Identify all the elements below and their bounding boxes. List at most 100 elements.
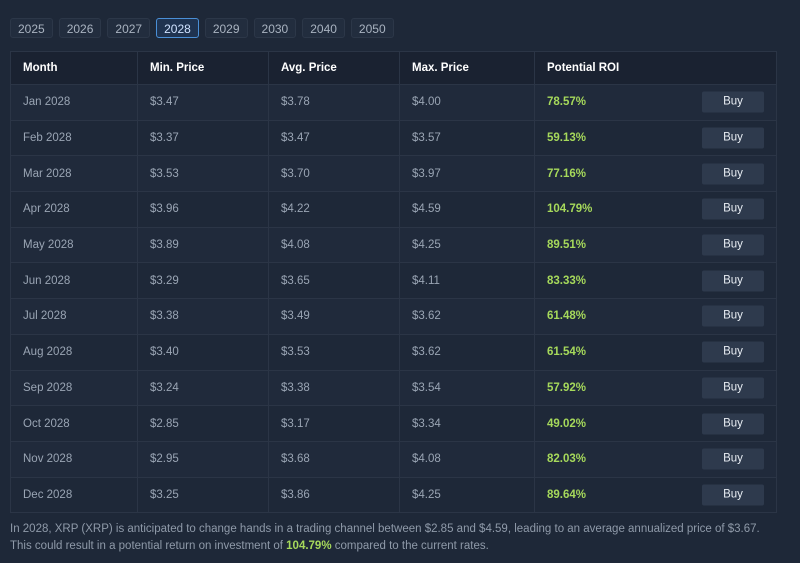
table-row: Nov 2028 $2.95 $3.68 $4.08 82.03% Buy	[10, 440, 777, 478]
table-row: Jul 2028 $3.38 $3.49 $3.62 61.48% Buy	[10, 298, 777, 335]
table-row: May 2028 $3.89 $4.08 $4.25 89.51% Buy	[10, 226, 777, 264]
cell-roi: 89.51% Buy	[534, 226, 777, 264]
roi-value: 49.02%	[547, 417, 587, 430]
cell-min-price: $3.89	[137, 226, 269, 264]
cell-min-price: $3.96	[137, 191, 269, 228]
cell-min-price: $3.25	[137, 476, 269, 514]
header-avg-price: Avg. Price	[268, 51, 400, 85]
roi-value: 83.33%	[547, 274, 587, 287]
buy-button[interactable]: Buy	[702, 305, 764, 327]
summary-text-after: compared to the current rates.	[331, 540, 489, 552]
cell-min-price: $2.85	[137, 405, 269, 442]
buy-button[interactable]: Buy	[702, 448, 764, 470]
cell-min-price: $3.24	[137, 369, 269, 407]
tab-year-2040[interactable]: 2040	[302, 18, 345, 38]
roi-value: 89.51%	[547, 239, 587, 252]
cell-roi: 77.16% Buy	[534, 155, 777, 193]
cell-avg-price: $3.47	[268, 119, 400, 157]
cell-max-price: $3.62	[399, 298, 535, 335]
cell-avg-price: $3.78	[268, 84, 400, 121]
table-header-row: Month Min. Price Avg. Price Max. Price P…	[10, 51, 777, 85]
buy-button[interactable]: Buy	[702, 234, 764, 256]
cell-month: Mar 2028	[10, 155, 138, 193]
cell-min-price: $2.95	[137, 440, 269, 478]
cell-max-price: $4.59	[399, 191, 535, 228]
cell-max-price: $4.25	[399, 476, 535, 514]
header-potential-roi: Potential ROI	[534, 51, 777, 85]
cell-month: Feb 2028	[10, 119, 138, 157]
cell-max-price: $4.08	[399, 440, 535, 478]
tab-year-2027[interactable]: 2027	[107, 18, 151, 38]
cell-min-price: $3.47	[137, 84, 269, 121]
cell-max-price: $3.97	[399, 155, 535, 193]
buy-button[interactable]: Buy	[702, 127, 764, 149]
cell-avg-price: $3.49	[268, 298, 400, 335]
table-row: Dec 2028 $3.25 $3.86 $4.25 89.64% Buy	[10, 476, 777, 514]
cell-avg-price: $4.22	[268, 191, 400, 228]
cell-min-price: $3.53	[137, 155, 269, 193]
buy-button[interactable]: Buy	[702, 484, 764, 506]
roi-value: 61.54%	[547, 346, 587, 359]
cell-roi: 59.13% Buy	[534, 119, 777, 157]
tab-year-2025[interactable]: 2025	[10, 18, 53, 38]
cell-avg-price: $3.17	[268, 405, 400, 442]
cell-month: Apr 2028	[10, 191, 138, 228]
cell-min-price: $3.38	[137, 298, 269, 335]
cell-min-price: $3.29	[137, 262, 269, 300]
cell-month: May 2028	[10, 226, 138, 264]
header-min-price: Min. Price	[137, 51, 269, 85]
buy-button[interactable]: Buy	[702, 91, 764, 113]
table-row: Jan 2028 $3.47 $3.78 $4.00 78.57% Buy	[10, 84, 777, 121]
cell-max-price: $4.25	[399, 226, 535, 264]
buy-button[interactable]: Buy	[702, 377, 764, 399]
buy-button[interactable]: Buy	[702, 163, 764, 185]
cell-roi: 49.02% Buy	[534, 405, 777, 442]
buy-button[interactable]: Buy	[702, 341, 764, 363]
tab-year-2030[interactable]: 2030	[253, 18, 297, 38]
year-tabs: 2025 2026 2027 2028 2029 2030 2040 2050	[10, 18, 394, 38]
cell-avg-price: $3.86	[268, 476, 400, 514]
tab-year-2026[interactable]: 2026	[58, 18, 102, 38]
cell-min-price: $3.37	[137, 119, 269, 157]
table-row: Oct 2028 $2.85 $3.17 $3.34 49.02% Buy	[10, 405, 777, 442]
table-row: Jun 2028 $3.29 $3.65 $4.11 83.33% Buy	[10, 262, 777, 300]
cell-avg-price: $3.68	[268, 440, 400, 478]
cell-max-price: $3.62	[399, 333, 535, 371]
cell-avg-price: $4.08	[268, 226, 400, 264]
cell-min-price: $3.40	[137, 333, 269, 371]
cell-roi: 83.33% Buy	[534, 262, 777, 300]
cell-roi: 57.92% Buy	[534, 369, 777, 407]
roi-value: 59.13%	[547, 132, 587, 145]
cell-max-price: $3.54	[399, 369, 535, 407]
price-prediction-table: Month Min. Price Avg. Price Max. Price P…	[10, 51, 777, 514]
roi-value: 57.92%	[547, 381, 587, 394]
cell-max-price: $4.11	[399, 262, 535, 300]
buy-button[interactable]: Buy	[702, 198, 764, 220]
cell-avg-price: $3.53	[268, 333, 400, 371]
table-row: Feb 2028 $3.37 $3.47 $3.57 59.13% Buy	[10, 119, 777, 157]
buy-button[interactable]: Buy	[702, 413, 764, 435]
tab-year-2028[interactable]: 2028	[156, 18, 199, 38]
cell-max-price: $4.00	[399, 84, 535, 121]
summary-roi-highlight: 104.79%	[286, 540, 332, 552]
cell-month: Jan 2028	[10, 84, 138, 121]
cell-avg-price: $3.70	[268, 155, 400, 193]
roi-value: 78.57%	[547, 96, 587, 109]
cell-max-price: $3.34	[399, 405, 535, 442]
roi-value: 89.64%	[547, 488, 587, 501]
tab-year-2050[interactable]: 2050	[350, 18, 394, 38]
buy-button[interactable]: Buy	[702, 270, 764, 292]
header-month: Month	[10, 51, 138, 85]
cell-roi: 61.54% Buy	[534, 333, 777, 371]
tab-year-2029[interactable]: 2029	[204, 18, 248, 38]
cell-month: Oct 2028	[10, 405, 138, 442]
cell-month: Aug 2028	[10, 333, 138, 371]
cell-month: Sep 2028	[10, 369, 138, 407]
cell-month: Jun 2028	[10, 262, 138, 300]
table-row: Sep 2028 $3.24 $3.38 $3.54 57.92% Buy	[10, 369, 777, 407]
roi-value: 77.16%	[547, 167, 587, 180]
roi-value: 82.03%	[547, 453, 587, 466]
table-row: Apr 2028 $3.96 $4.22 $4.59 104.79% Buy	[10, 191, 777, 228]
cell-month: Dec 2028	[10, 476, 138, 514]
cell-max-price: $3.57	[399, 119, 535, 157]
